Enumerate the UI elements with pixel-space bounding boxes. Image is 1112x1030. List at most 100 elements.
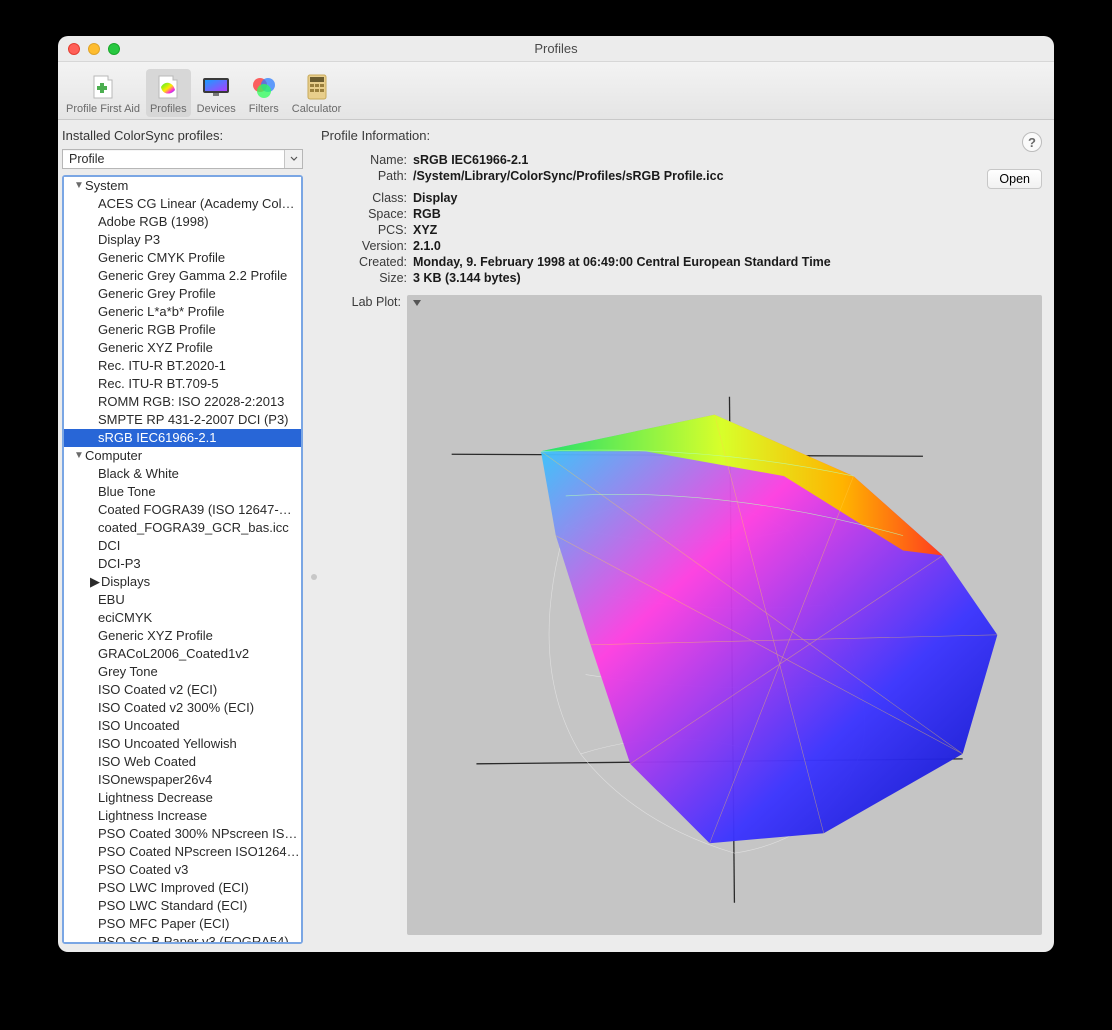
tree-item-label: Generic XYZ Profile [98, 339, 213, 357]
tree-item-label: ISO Uncoated [98, 717, 180, 735]
tree-item-label: DCI-P3 [98, 555, 141, 573]
tree-item[interactable]: ISO Uncoated Yellowish [64, 735, 301, 753]
tree-item-label: PSO Coated v3 [98, 861, 188, 879]
tree-item[interactable]: PSO SC-B Paper v3 (FOGRA54) [64, 933, 301, 942]
tree-item[interactable]: ▶Displays [64, 573, 301, 591]
tree-item[interactable]: Rec. ITU-R BT.2020-1 [64, 357, 301, 375]
combo-value: Profile [69, 152, 104, 166]
tree-item[interactable]: ISO Web Coated [64, 753, 301, 771]
tree-item[interactable]: Adobe RGB (1998) [64, 213, 301, 231]
tree-item[interactable]: PSO MFC Paper (ECI) [64, 915, 301, 933]
disclosure-triangle-icon: ▶ [90, 573, 100, 591]
tree-item[interactable]: PSO Coated 300% NPscreen IS… [64, 825, 301, 843]
tree-item-label: PSO MFC Paper (ECI) [98, 915, 229, 933]
sort-combo[interactable]: Profile [62, 149, 303, 169]
tree-item[interactable]: Generic XYZ Profile [64, 339, 301, 357]
tree-item[interactable]: PSO LWC Improved (ECI) [64, 879, 301, 897]
pane-divider-handle[interactable] [311, 574, 317, 580]
minimize-button[interactable] [88, 43, 100, 55]
tree-item[interactable]: Generic L*a*b* Profile [64, 303, 301, 321]
tree-group[interactable]: ▼Computer [64, 447, 301, 465]
toolbar-devices[interactable]: Devices [193, 69, 240, 117]
profile-tree[interactable]: ▼SystemACES CG Linear (Academy Col…Adobe… [64, 177, 301, 942]
tree-item-label: ROMM RGB: ISO 22028-2:2013 [98, 393, 284, 411]
gamut-3d-icon [407, 295, 1042, 935]
label-created: Created: [321, 255, 407, 269]
tree-group-label: System [85, 177, 128, 195]
tree-item[interactable]: ROMM RGB: ISO 22028-2:2013 [64, 393, 301, 411]
toolbar-label: Devices [197, 103, 236, 115]
tree-item[interactable]: eciCMYK [64, 609, 301, 627]
tree-item[interactable]: EBU [64, 591, 301, 609]
tree-item[interactable]: Coated FOGRA39 (ISO 12647-… [64, 501, 301, 519]
tree-item-label: Lightness Increase [98, 807, 207, 825]
lab-plot[interactable] [407, 295, 1042, 935]
tree-item[interactable]: ISO Coated v2 (ECI) [64, 681, 301, 699]
tree-item[interactable]: Generic Grey Gamma 2.2 Profile [64, 267, 301, 285]
tree-item[interactable]: Lightness Increase [64, 807, 301, 825]
tree-item-label: Rec. ITU-R BT.2020-1 [98, 357, 226, 375]
close-button[interactable] [68, 43, 80, 55]
tree-item[interactable]: PSO LWC Standard (ECI) [64, 897, 301, 915]
toolbar-profiles[interactable]: Profiles [146, 69, 191, 117]
tree-item-label: Generic XYZ Profile [98, 627, 213, 645]
tree-item[interactable]: PSO Coated v3 [64, 861, 301, 879]
calculator-icon [301, 73, 333, 101]
tree-item[interactable]: ISO Uncoated [64, 717, 301, 735]
tree-item[interactable]: ISOnewspaper26v4 [64, 771, 301, 789]
tree-item-label: DCI [98, 537, 120, 555]
tree-item-label: Coated FOGRA39 (ISO 12647-… [98, 501, 292, 519]
tree-item[interactable]: Black & White [64, 465, 301, 483]
tree-item-label: ISOnewspaper26v4 [98, 771, 212, 789]
tree-item[interactable]: ACES CG Linear (Academy Col… [64, 195, 301, 213]
toolbar-calculator[interactable]: Calculator [288, 69, 346, 117]
plot-label: Lab Plot: [321, 295, 407, 935]
tree-item[interactable]: Blue Tone [64, 483, 301, 501]
tree-item[interactable]: coated_FOGRA39_GCR_bas.icc [64, 519, 301, 537]
tree-item-label: ISO Coated v2 (ECI) [98, 681, 217, 699]
tree-item[interactable]: Generic RGB Profile [64, 321, 301, 339]
tree-item-label: Display P3 [98, 231, 160, 249]
tree-item-label: ISO Web Coated [98, 753, 196, 771]
tree-item-label: Lightness Decrease [98, 789, 213, 807]
toolbar-filters[interactable]: Filters [242, 69, 286, 117]
tree-item-label: ISO Uncoated Yellowish [98, 735, 237, 753]
tree-item-label: coated_FOGRA39_GCR_bas.icc [98, 519, 289, 537]
tree-item[interactable]: Display P3 [64, 231, 301, 249]
tree-item[interactable]: DCI-P3 [64, 555, 301, 573]
tree-item[interactable]: Generic Grey Profile [64, 285, 301, 303]
tree-item[interactable]: Generic XYZ Profile [64, 627, 301, 645]
tree-item[interactable]: SMPTE RP 431-2-2007 DCI (P3) [64, 411, 301, 429]
value-pcs: XYZ [413, 223, 1042, 237]
tree-item-label: PSO LWC Improved (ECI) [98, 879, 249, 897]
zoom-button[interactable] [108, 43, 120, 55]
tree-item[interactable]: Grey Tone [64, 663, 301, 681]
tree-item[interactable]: Generic CMYK Profile [64, 249, 301, 267]
tree-item-label: Generic L*a*b* Profile [98, 303, 224, 321]
label-size: Size: [321, 271, 407, 285]
value-version: 2.1.0 [413, 239, 1042, 253]
tree-item[interactable]: ISO Coated v2 300% (ECI) [64, 699, 301, 717]
tree-item[interactable]: sRGB IEC61966-2.1 [64, 429, 301, 447]
toolbar-profile-first-aid[interactable]: Profile First Aid [62, 69, 144, 117]
tree-item-label: Displays [101, 573, 150, 591]
tree-item[interactable]: PSO Coated NPscreen ISO1264… [64, 843, 301, 861]
tree-item[interactable]: GRACoL2006_Coated1v2 [64, 645, 301, 663]
value-name: sRGB IEC61966-2.1 [413, 153, 1042, 167]
tree-item-label: Blue Tone [98, 483, 156, 501]
label-space: Space: [321, 207, 407, 221]
tree-item-label: Black & White [98, 465, 179, 483]
tree-item-label: ISO Coated v2 300% (ECI) [98, 699, 254, 717]
help-button[interactable]: ? [1022, 132, 1042, 152]
tree-group[interactable]: ▼System [64, 177, 301, 195]
sidebar-header: Installed ColorSync profiles: [60, 126, 305, 147]
open-button[interactable]: Open [987, 169, 1042, 189]
tree-item[interactable]: Rec. ITU-R BT.709-5 [64, 375, 301, 393]
tree-item-label: PSO SC-B Paper v3 (FOGRA54) [98, 933, 289, 942]
tree-item-label: PSO Coated NPscreen ISO1264… [98, 843, 300, 861]
tree-item[interactable]: DCI [64, 537, 301, 555]
tree-item-label: Generic Grey Profile [98, 285, 216, 303]
open-button-label: Open [999, 172, 1030, 186]
tree-item[interactable]: Lightness Decrease [64, 789, 301, 807]
info-pane: Profile Information: Name: sRGB IEC61966… [307, 120, 1054, 952]
